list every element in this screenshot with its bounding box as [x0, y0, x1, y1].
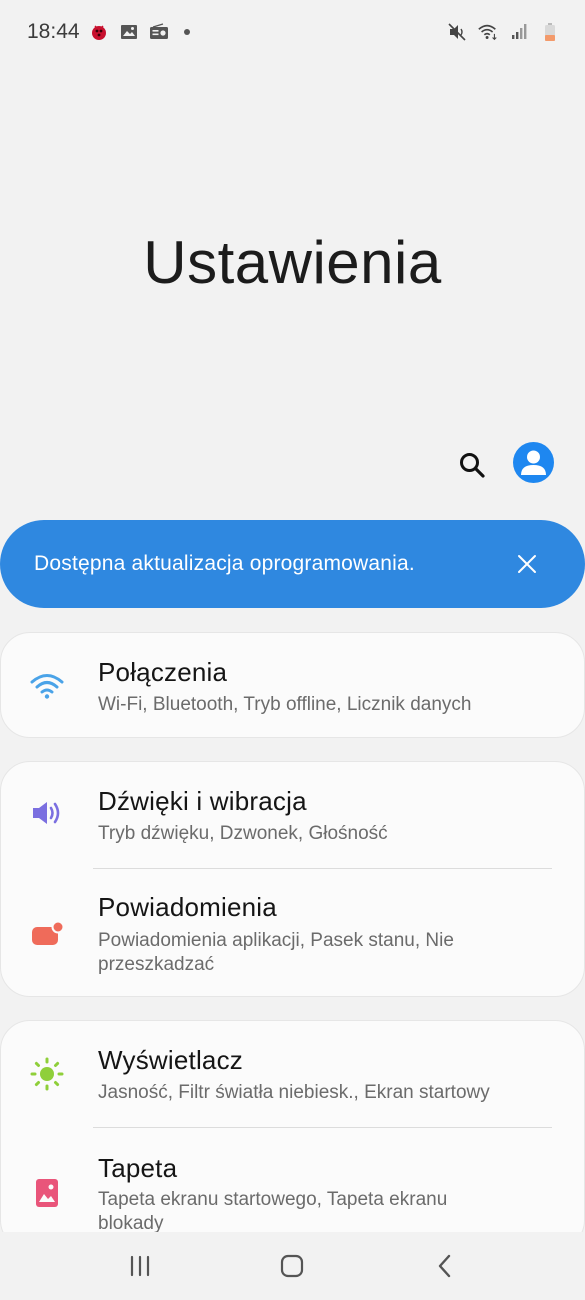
- status-bar: 18:44: [0, 0, 585, 66]
- wifi-icon: [477, 21, 499, 43]
- recent-apps-icon: [130, 1255, 150, 1277]
- wifi-icon: [27, 666, 67, 706]
- status-time: 18:44: [27, 20, 80, 43]
- settings-item-sounds[interactable]: Dźwięki i wibracja Tryb dźwięku, Dzwonek…: [1, 762, 585, 868]
- status-right-icons: [446, 21, 561, 43]
- mute-icon: [446, 21, 468, 43]
- settings-item-display[interactable]: Wyświetlacz Jasność, Filtr światła niebi…: [1, 1021, 584, 1127]
- status-left-icons: [88, 21, 190, 43]
- battery-icon: [539, 21, 561, 43]
- settings-item-subtitle: Tapeta ekranu startowego, Tapeta ekranu …: [98, 1189, 448, 1234]
- account-icon: [521, 450, 546, 475]
- settings-item-title: Wyświetlacz: [98, 1045, 243, 1075]
- close-icon: [518, 555, 536, 573]
- home-icon: [280, 1254, 304, 1278]
- home-button[interactable]: [272, 1250, 312, 1282]
- settings-item-title: Dźwięki i wibracja: [98, 786, 307, 816]
- back-icon: [438, 1254, 451, 1278]
- settings-item-notifications[interactable]: Powiadomienia Powiadomienia aplikacji, P…: [1, 869, 585, 997]
- search-icon: [460, 453, 485, 478]
- banner-close-button[interactable]: [513, 550, 541, 578]
- page-title: Ustawienia: [143, 229, 442, 296]
- notification-icon: [27, 914, 67, 954]
- radio-notification-icon: [148, 21, 170, 43]
- back-button[interactable]: [425, 1250, 465, 1282]
- wallpaper-icon: [27, 1173, 67, 1213]
- settings-item-subtitle: Wi-Fi, Bluetooth, Tryb offline, Licznik …: [98, 694, 472, 715]
- settings-item-subtitle: Powiadomienia aplikacji, Pasek stanu, Ni…: [98, 930, 454, 975]
- recent-apps-button[interactable]: [120, 1250, 160, 1282]
- brightness-icon: [27, 1054, 67, 1094]
- search-button[interactable]: [455, 448, 489, 482]
- signal-icon: [508, 21, 530, 43]
- more-notifications-dot: [184, 29, 190, 35]
- settings-item-connections[interactable]: Połączenia Wi-Fi, Bluetooth, Tryb offlin…: [1, 633, 585, 739]
- bug-notification-icon: [88, 21, 110, 43]
- settings-card-sounds: Dźwięki i wibracja Tryb dźwięku, Dzwonek…: [0, 761, 585, 997]
- settings-item-title: Powiadomienia: [98, 892, 277, 922]
- settings-card-display: Wyświetlacz Jasność, Filtr światła niebi…: [0, 1020, 585, 1250]
- speaker-icon: [27, 793, 67, 833]
- update-banner[interactable]: Dostępna aktualizacja oprogramowania.: [0, 520, 585, 608]
- update-banner-text: Dostępna aktualizacja oprogramowania.: [34, 552, 415, 575]
- settings-card-connections: Połączenia Wi-Fi, Bluetooth, Tryb offlin…: [0, 632, 585, 738]
- image-notification-icon: [118, 21, 140, 43]
- settings-item-subtitle: Jasność, Filtr światła niebiesk., Ekran …: [98, 1082, 490, 1103]
- settings-item-title: Tapeta: [98, 1153, 178, 1183]
- navigation-bar: [0, 1232, 585, 1300]
- settings-item-title: Połączenia: [98, 657, 228, 687]
- settings-item-subtitle: Tryb dźwięku, Dzwonek, Głośność: [98, 823, 388, 844]
- account-button[interactable]: [513, 442, 554, 483]
